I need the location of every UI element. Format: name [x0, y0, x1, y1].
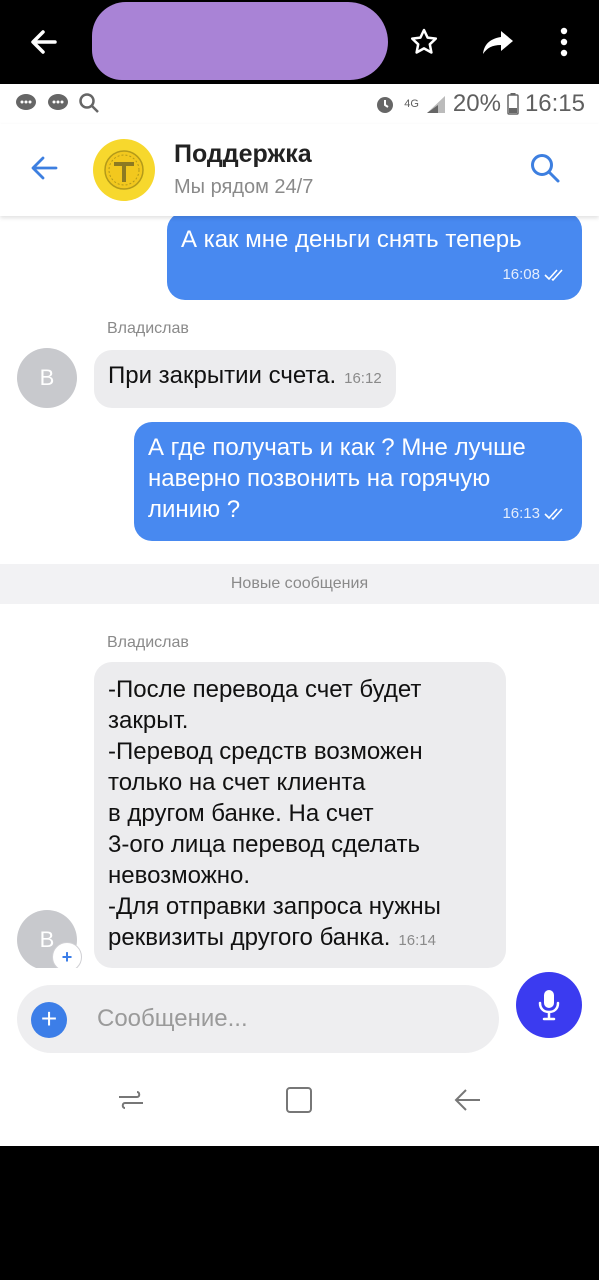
- system-navigation-bar: [0, 1058, 599, 1146]
- message-time: 16:14: [398, 932, 436, 949]
- message-line: закрыт.: [108, 707, 189, 734]
- phone-screen: 4G 20% 16:15 Поддержка Мы рядом 24/7 А к…: [0, 84, 599, 1146]
- message-meta: 16:08: [502, 259, 568, 290]
- viewer-toolbar: [0, 0, 599, 84]
- back-icon[interactable]: [22, 146, 66, 190]
- bank-logo-avatar[interactable]: [93, 139, 155, 201]
- new-messages-divider: Новые сообщения: [0, 564, 599, 604]
- battery-percent: 20%: [452, 90, 501, 117]
- chat-notification-icon: [16, 94, 36, 110]
- message-line: только на счет клиента: [108, 769, 366, 796]
- alarm-icon: [377, 97, 394, 113]
- bank-emblem-icon: [104, 150, 144, 190]
- sender-avatar[interactable]: В: [17, 348, 77, 408]
- clock: 16:15: [524, 90, 585, 117]
- status-bar: 4G 20% 16:15: [0, 84, 599, 124]
- message-time: 16:12: [344, 370, 382, 387]
- battery-icon: [507, 93, 519, 115]
- notification-icons: [14, 92, 100, 114]
- message-line: в другом банке. На счет: [108, 800, 374, 827]
- search-notification-icon: [79, 93, 99, 113]
- message-outgoing[interactable]: А как мне деньги снять теперь 16:08: [167, 212, 582, 300]
- home-icon[interactable]: [279, 1080, 319, 1120]
- message-outgoing[interactable]: А где получать и как ? Мне лучше наверно…: [134, 422, 582, 541]
- message-list[interactable]: А как мне деньги снять теперь 16:08 Влад…: [0, 212, 599, 972]
- sender-name: Владислав: [107, 320, 189, 337]
- message-line: линию ?: [148, 496, 241, 523]
- message-meta: 16:13: [502, 498, 568, 529]
- message-text: А как мне деньги снять теперь: [181, 226, 522, 253]
- message-line: 3-ого лица перевод сделать: [108, 831, 420, 858]
- more-vert-icon[interactable]: [542, 20, 586, 64]
- recent-apps-icon[interactable]: [111, 1080, 151, 1120]
- double-check-icon: [544, 268, 563, 281]
- message-last-line: реквизиты другого банка. 16:14: [108, 922, 436, 956]
- back-nav-icon[interactable]: [447, 1080, 487, 1120]
- attach-plus-icon[interactable]: +: [31, 1002, 67, 1038]
- message-composer: + Сообщение...: [0, 968, 599, 1058]
- message-time: 16:13: [502, 505, 540, 522]
- mic-button[interactable]: [516, 972, 582, 1038]
- chat-notification-icon: [48, 94, 68, 110]
- message-line: -После перевода счет будет: [108, 676, 422, 703]
- message-text: При закрытии счета.: [108, 362, 337, 389]
- message-line: реквизиты другого банка.: [108, 924, 391, 951]
- message-incoming[interactable]: При закрытии счета. 16:12: [94, 350, 396, 408]
- double-check-icon: [544, 507, 563, 520]
- chat-header: Поддержка Мы рядом 24/7: [0, 124, 599, 216]
- network-type: 4G: [404, 97, 419, 110]
- message-line: -Для отправки запроса нужны: [108, 893, 441, 920]
- signal-icon: [426, 96, 445, 113]
- message-incoming[interactable]: -После перевода счет будет закрыт. -Пере…: [94, 662, 506, 968]
- microphone-icon: [538, 990, 560, 1021]
- system-status: 4G 20% 16:15: [374, 90, 585, 118]
- search-icon[interactable]: [525, 148, 565, 188]
- message-input[interactable]: + Сообщение...: [17, 985, 499, 1053]
- share-icon[interactable]: [476, 20, 520, 64]
- message-line: невозможно.: [108, 862, 251, 889]
- sender-name: Владислав: [107, 634, 189, 651]
- message-time: 16:08: [502, 266, 540, 283]
- letterbox-bottom: [0, 1146, 599, 1280]
- message-line: -Перевод средств возможен: [108, 738, 423, 765]
- chat-subtitle: Мы рядом 24/7: [174, 176, 314, 198]
- redaction-scribble: [92, 2, 388, 80]
- chat-title: Поддержка: [174, 140, 312, 168]
- back-arrow-icon[interactable]: [22, 20, 66, 64]
- message-placeholder: Сообщение...: [97, 1005, 248, 1032]
- message-line: А где получать и как ? Мне лучше: [148, 434, 526, 461]
- star-icon[interactable]: [402, 20, 446, 64]
- message-line: наверно позвонить на горячую: [148, 465, 491, 492]
